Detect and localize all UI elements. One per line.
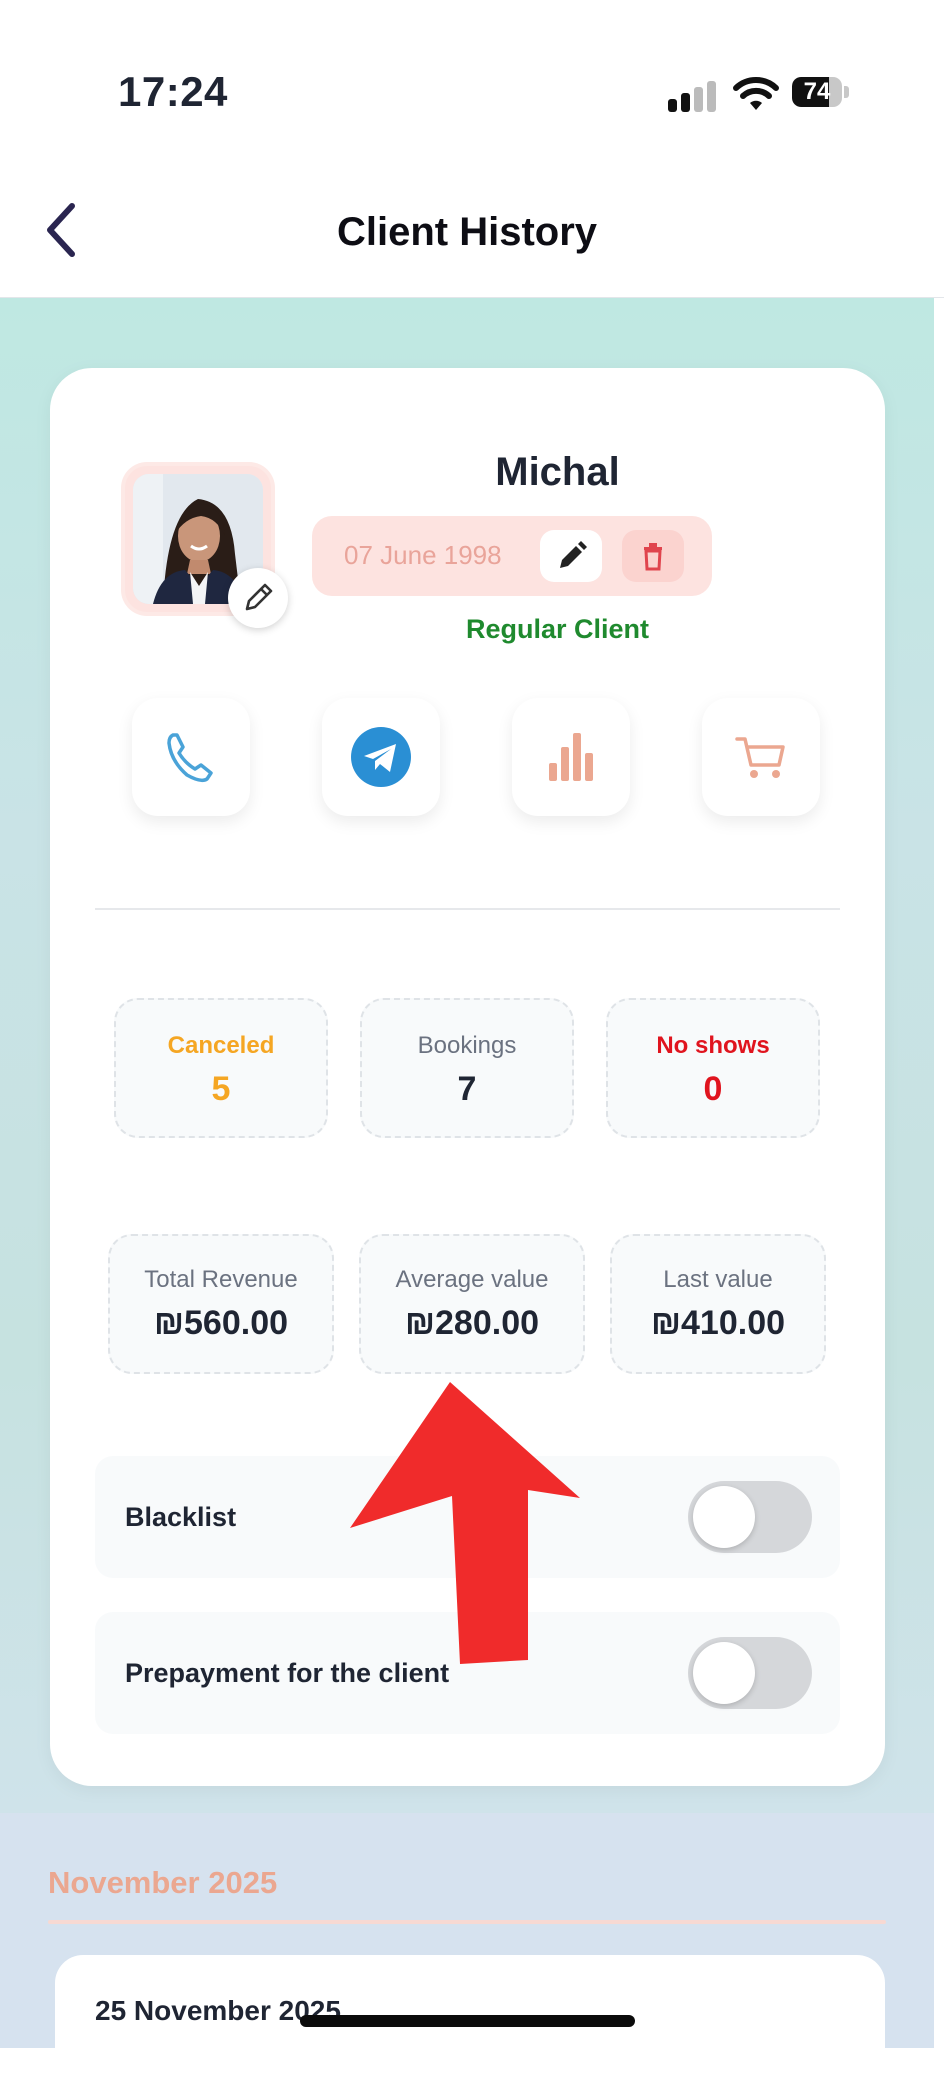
edit-photo-button[interactable]: [228, 568, 288, 628]
wifi-icon: [733, 77, 779, 110]
statistics-button[interactable]: [512, 698, 630, 816]
stat-value: 5: [211, 1070, 231, 1108]
stat-bookings: Bookings 7: [360, 998, 574, 1138]
stat-no-shows: No shows 0: [606, 998, 820, 1138]
blacklist-toggle[interactable]: [688, 1481, 812, 1553]
stat-label: Total Revenue: [144, 1266, 298, 1293]
stat-value: ₪280.00: [404, 1304, 540, 1342]
status-time: 17:24: [118, 68, 228, 115]
telegram-icon: [351, 727, 411, 787]
bar-chart-icon: [549, 733, 593, 781]
stat-label: Bookings: [417, 1032, 517, 1059]
client-type-badge: Regular Client: [465, 614, 650, 644]
stat-canceled: Canceled 5: [114, 998, 328, 1138]
call-button[interactable]: [132, 698, 250, 816]
cart-button[interactable]: [702, 698, 820, 816]
telegram-button[interactable]: [322, 698, 440, 816]
red-arrow-annotation: [350, 1382, 580, 1664]
navigation-bar: Client History: [0, 150, 944, 298]
stat-label: Canceled: [167, 1032, 275, 1059]
edit-birth-date-button[interactable]: [540, 530, 602, 582]
stat-label: Last value: [663, 1266, 773, 1293]
home-indicator[interactable]: [300, 2015, 635, 2027]
stat-last-value: Last value ₪410.00: [610, 1234, 826, 1374]
month-underline: [48, 1920, 886, 1924]
birth-date-pill: 07 June 1998: [312, 516, 712, 596]
blacklist-label: Blacklist: [125, 1502, 237, 1532]
stat-label: No shows: [656, 1032, 770, 1059]
battery-icon: 74: [792, 77, 852, 109]
pencil-icon: [560, 541, 587, 568]
pencil-icon: [245, 583, 273, 611]
trash-icon: [644, 543, 662, 571]
stat-value: 7: [457, 1070, 477, 1108]
cart-icon: [735, 737, 785, 778]
client-name: Michal: [495, 450, 620, 494]
phone-icon: [167, 733, 213, 783]
stat-value: 0: [703, 1070, 723, 1108]
battery-level: 74: [803, 78, 831, 105]
divider: [95, 908, 840, 910]
stat-total-revenue: Total Revenue ₪560.00: [108, 1234, 334, 1374]
month-header: November 2025: [48, 1865, 278, 1900]
page-title: Client History: [336, 210, 598, 254]
stat-value: ₪560.00: [153, 1304, 289, 1342]
prepayment-toggle[interactable]: [688, 1637, 812, 1709]
birth-date: 07 June 1998: [344, 540, 502, 570]
stat-label: Average value: [395, 1266, 549, 1293]
status-bar: 17:24 74: [0, 0, 944, 150]
stat-average-value: Average value ₪280.00: [359, 1234, 585, 1374]
stat-value: ₪410.00: [650, 1304, 786, 1342]
delete-birth-date-button[interactable]: [622, 530, 684, 582]
cellular-signal-icon: [668, 80, 716, 112]
